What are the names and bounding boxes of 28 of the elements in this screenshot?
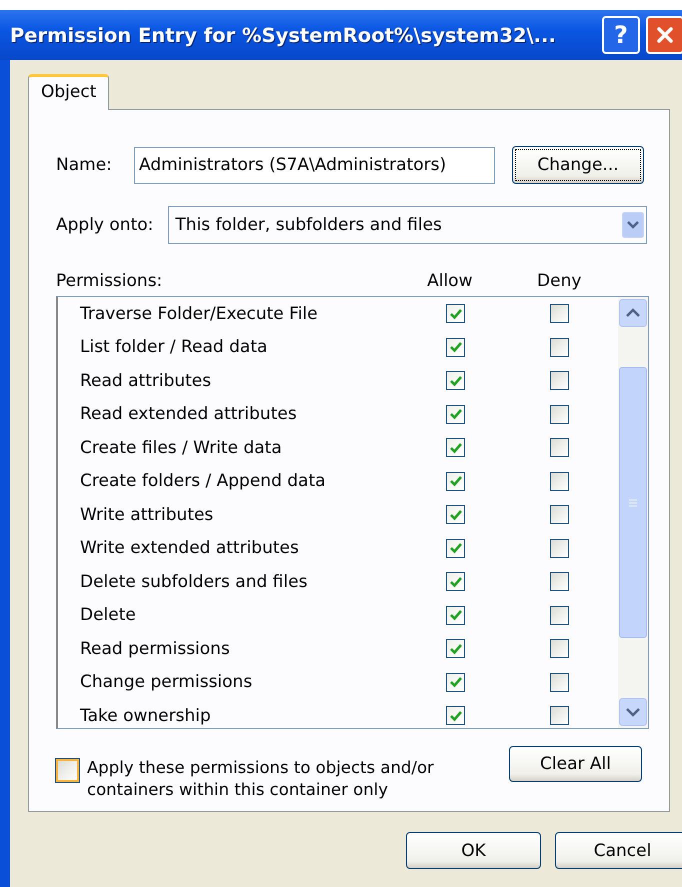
permission-name: Write extended attributes [80,538,300,558]
permission-name: Take ownership [80,706,212,726]
apply-onto-label: Apply onto: [56,215,154,235]
dialog-button[interactable]: Cancel [555,832,682,869]
apply-checkbox-label: Apply these permissions to objects and/or containers within this container only [87,757,435,801]
name-field[interactable]: Administrators (S7A\Administrators) [134,146,495,184]
clear-all-button[interactable]: Clear All [509,746,642,782]
name-label: Name: [56,155,113,175]
permission-name: Delete subfolders and files [80,572,308,592]
permission-name: Change permissions [80,672,254,692]
permission-name: List folder / Read data [80,337,268,358]
permission-name: Delete [80,605,137,626]
permission-name: Read attributes [80,370,212,391]
permissions-label: Permissions: [56,271,164,291]
permission-name: Write attributes [80,504,214,525]
permission-name: Traverse Folder/Execute File [80,304,319,324]
permission-name: Create folders / Append data [80,471,327,492]
apply-onto-dropdown[interactable]: This folder, subfolders and files [168,206,647,244]
tab[interactable]: Object [28,74,110,110]
column-header: Deny [537,271,582,291]
change-button[interactable]: Change... [512,146,644,184]
column-header: Allow [427,271,474,291]
permission-name: Read extended attributes [80,404,298,424]
permission-name: Create files / Write data [80,438,283,458]
window-title: Permission Entry for %SystemRoot%\system32\... [10,24,557,46]
dialog-button[interactable]: OK [406,832,541,869]
help-button[interactable]: ? [602,16,640,54]
permission-name: Read permissions [80,638,231,659]
